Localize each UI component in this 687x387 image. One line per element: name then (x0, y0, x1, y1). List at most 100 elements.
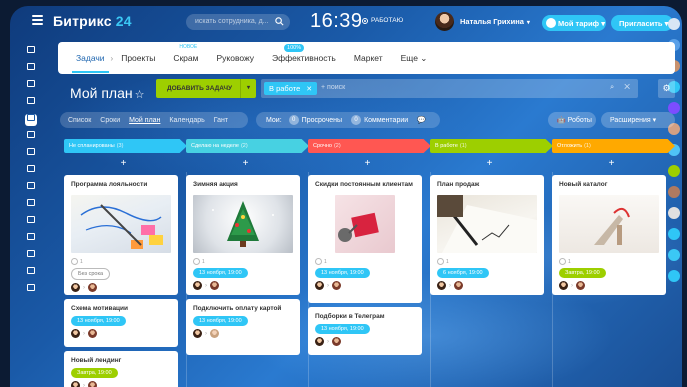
task-card[interactable]: Программа лояльности 1 Без срока › (64, 175, 178, 295)
home-icon[interactable] (25, 63, 37, 75)
search-icon[interactable]: ⌕ ✕ (610, 82, 634, 92)
avatar[interactable] (88, 381, 97, 387)
avatar[interactable] (210, 329, 219, 338)
task-card[interactable]: Новый каталог 1 Завтра, 19:00 › (552, 175, 666, 295)
avatar[interactable] (559, 281, 568, 290)
avatar[interactable] (437, 281, 446, 290)
add-card-icon[interactable]: + (552, 159, 671, 169)
invite-button[interactable]: Пригласить ▾ (611, 15, 673, 31)
gear-icon[interactable]: ⚙ (658, 79, 675, 98)
global-search-input[interactable]: искать сотрудника, д... (186, 14, 290, 30)
column-header[interactable]: Не спланированы (3) (64, 139, 187, 153)
deadline-badge[interactable]: 6 ноября, 19:00 (437, 268, 489, 278)
work-status[interactable]: РАБОТАЮ (362, 17, 403, 24)
avatar[interactable] (193, 281, 202, 290)
overdue-counter[interactable]: 0 Просрочены (288, 115, 342, 125)
avatar[interactable] (332, 281, 341, 290)
task-card[interactable]: Подключить оплату картой 13 ноября, 19:0… (186, 299, 300, 355)
settings-icon[interactable] (25, 267, 37, 279)
avatar[interactable] (71, 283, 80, 292)
deadline-badge[interactable]: 13 ноября, 19:00 (315, 268, 370, 278)
add-card-icon[interactable]: + (64, 159, 183, 169)
task-card[interactable]: Подборки в Телеграм 13 ноября, 19:00 › (308, 307, 422, 355)
extensions-button[interactable]: Расширения ▾ (601, 112, 675, 128)
avatar[interactable] (88, 329, 97, 338)
cart-icon[interactable] (25, 97, 37, 109)
avatar[interactable] (315, 281, 324, 290)
column-header[interactable]: Срочно (2) (308, 139, 431, 153)
filter-tag[interactable]: В работе ✕ (264, 82, 318, 95)
avatar[interactable] (315, 337, 324, 346)
tab-manage[interactable]: Руковожу (216, 53, 254, 63)
filter-search-input[interactable]: В работе ✕ + поиск ⌕ ✕ (261, 79, 638, 98)
column-header[interactable]: Отложить (1) (552, 139, 675, 153)
star-icon[interactable]: ☆ (135, 89, 145, 101)
avatar[interactable] (454, 281, 463, 290)
task-card[interactable]: Зимняя акция 1 13 ноября, 19:00 › (186, 175, 300, 295)
avatar[interactable] (88, 283, 97, 292)
add-card-icon[interactable]: + (430, 159, 549, 169)
avatar[interactable] (210, 281, 219, 290)
close-icon[interactable]: ✕ (306, 86, 312, 93)
drive-icon[interactable] (25, 182, 37, 194)
top-bar: Битрикс 24 искать сотрудника, д... 16:39… (10, 6, 682, 36)
tasks-icon[interactable] (25, 114, 37, 126)
tab-tasks[interactable]: Задачи (72, 53, 109, 73)
user-avatar[interactable] (435, 12, 454, 31)
column-header[interactable]: Сделаю на неделе (2) (186, 139, 309, 153)
deadline-badge[interactable]: 13 ноября, 19:00 (193, 316, 248, 326)
company-icon[interactable] (25, 216, 37, 228)
view-calendar[interactable]: Календарь (169, 117, 204, 124)
tab-efficiency[interactable]: 100% Эффективность (272, 44, 336, 63)
add-icon[interactable] (25, 284, 37, 296)
task-card[interactable]: Схема мотивации 13 ноября, 19:00 › (64, 299, 178, 347)
card-meta: 1 (71, 258, 171, 265)
contact-avatar[interactable] (668, 18, 680, 30)
avatar[interactable] (71, 381, 80, 387)
task-card[interactable]: План продаж 1 6 ноября, 19:00 › (430, 175, 544, 295)
chat-icon[interactable] (25, 165, 37, 177)
view-list[interactable]: Список (68, 117, 91, 124)
sites-icon[interactable] (25, 233, 37, 245)
robot-icon[interactable] (25, 131, 37, 143)
tariff-button[interactable]: Мой тариф ▾ (542, 15, 606, 31)
contacts-icon[interactable] (25, 199, 37, 211)
view-deadlines[interactable]: Сроки (100, 117, 120, 124)
tab-more[interactable]: Еще ⌄ (401, 53, 428, 64)
calendar-icon[interactable] (25, 148, 37, 160)
view-gantt[interactable]: Гант (214, 117, 228, 124)
deadline-badge[interactable]: 13 ноября, 19:00 (315, 324, 370, 334)
deadline-badge[interactable]: 13 ноября, 19:00 (71, 316, 126, 326)
target-icon[interactable] (25, 80, 37, 92)
add-card-icon[interactable]: + (186, 159, 305, 169)
filter-menu-icon[interactable] (25, 46, 37, 58)
user-menu[interactable]: Наталья Грихина ▾ (460, 17, 530, 26)
deadline-badge[interactable]: 13 ноября, 19:00 (193, 268, 248, 278)
chat-icon[interactable]: 💬 (417, 116, 426, 124)
tab-market[interactable]: Маркет (354, 53, 383, 63)
deadline-badge[interactable]: Завтра, 19:00 (71, 368, 118, 378)
add-card-icon[interactable]: + (308, 159, 427, 169)
add-task-button[interactable]: ДОБАВИТЬ ЗАДАЧУ ▾ (156, 79, 256, 98)
task-card[interactable]: Скидки постоянным клиентам 1 13 ноября, … (308, 175, 422, 303)
tab-scrum[interactable]: НОВОЕ Скрам (173, 44, 198, 63)
search-icon[interactable] (274, 16, 285, 27)
deadline-badge[interactable]: Без срока (71, 268, 111, 280)
deadline-badge[interactable]: Завтра, 19:00 (559, 268, 606, 278)
avatar[interactable] (332, 337, 341, 346)
chevron-down-icon[interactable]: ▾ (240, 79, 256, 98)
logo-number: 24 (115, 13, 132, 29)
column-header[interactable]: В работе (1) (430, 139, 553, 153)
comments-counter[interactable]: 0 Комментарии (351, 115, 408, 125)
avatar[interactable] (71, 329, 80, 338)
logo[interactable]: Битрикс 24 (53, 13, 132, 29)
menu-icon[interactable] (32, 15, 43, 25)
clock[interactable]: 16:39 (310, 10, 363, 33)
avatar[interactable] (576, 281, 585, 290)
avatar[interactable] (193, 329, 202, 338)
tab-projects[interactable]: Проекты (121, 53, 155, 63)
network-icon[interactable] (25, 250, 37, 262)
robots-button[interactable]: 🤖 Роботы (548, 112, 596, 128)
view-my-plan[interactable]: Мой план (129, 117, 160, 124)
task-card[interactable]: Новый лендинг Завтра, 19:00 › (64, 351, 178, 387)
